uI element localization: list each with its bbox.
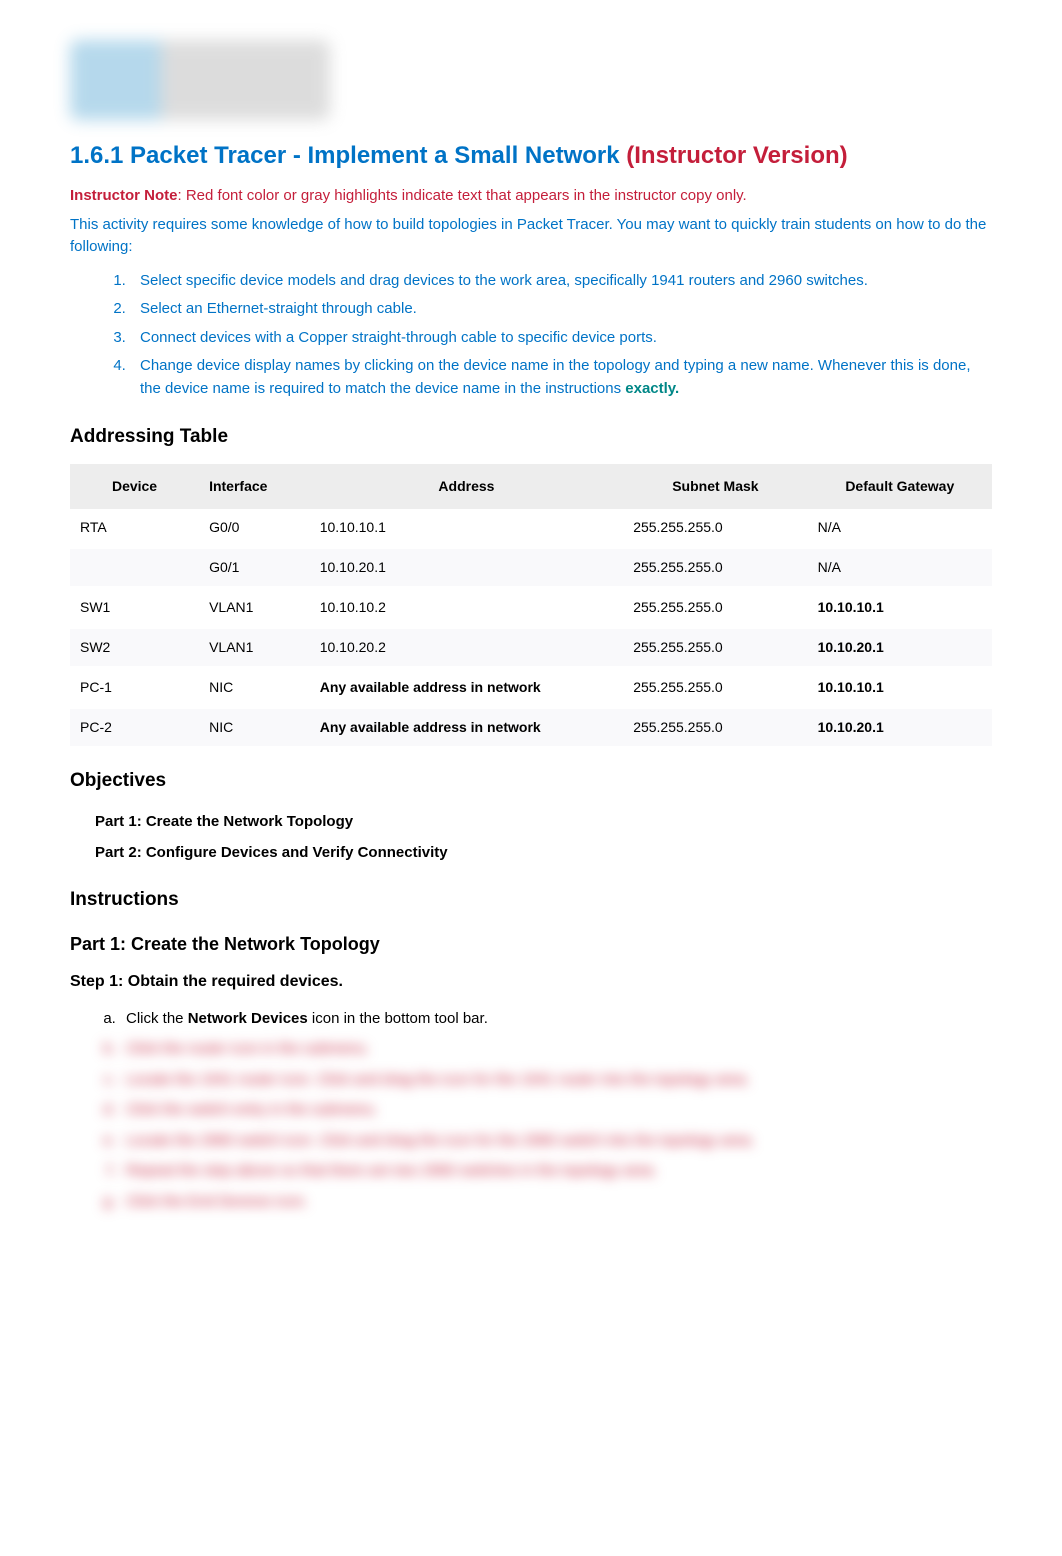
step1-blurred: Repeat the step above so that there are … [120,1156,992,1187]
step1-blurred: Click the switch entry in the submenu. [120,1095,992,1126]
instructor-note-label: Instructor Note [70,187,178,204]
title-instructor-version: (Instructor Version) [626,142,847,169]
th-address: Address [310,464,623,509]
step1-list: Click the Network Devices icon in the bo… [70,1004,992,1218]
intro-paragraph: This activity requires some knowledge of… [70,214,992,259]
objective-item: Part 2: Configure Devices and Verify Con… [95,838,992,869]
objectives-heading: Objectives [70,767,992,796]
objectives-list: Part 1: Create the Network Topology Part… [70,807,992,868]
step1-blurred: Click the router icon in the submenu. [120,1034,992,1065]
th-subnet: Subnet Mask [623,464,807,509]
step1-blurred: Locate the 1941 router icon. Click and d… [120,1065,992,1096]
addressing-table-heading: Addressing Table [70,423,992,452]
guide-list: Select specific device models and drag d… [70,267,992,404]
step1-blurred: Click the End Devices icon. [120,1187,992,1218]
guide-item: Change device display names by clicking … [130,352,992,403]
logo-cisco-netacad [70,40,330,120]
title-link: 1.6.1 Packet Tracer - Implement a Small … [70,142,620,169]
part1-heading: Part 1: Create the Network Topology [70,931,992,958]
table-row: G0/110.10.20.1255.255.255.0N/A [70,547,992,587]
guide-item: Select an Ethernet-straight through cabl… [130,295,992,324]
table-row: RTAG0/010.10.10.1255.255.255.0N/A [70,509,992,548]
step1-heading: Step 1: Obtain the required devices. [70,970,992,994]
th-gateway: Default Gateway [808,464,992,509]
addressing-table: Device Interface Address Subnet Mask Def… [70,464,992,749]
th-interface: Interface [199,464,310,509]
guide-item: Connect devices with a Copper straight-t… [130,324,992,353]
instructions-heading: Instructions [70,886,992,915]
instructor-note-text: : Red font color or gray highlights indi… [178,187,747,204]
table-header-row: Device Interface Address Subnet Mask Def… [70,464,992,509]
th-device: Device [70,464,199,509]
guide-item: Select specific device models and drag d… [130,267,992,296]
objective-item: Part 1: Create the Network Topology [95,807,992,838]
table-row: PC-2NICAny available address in network2… [70,707,992,747]
table-row: SW2VLAN110.10.20.2255.255.255.010.10.20.… [70,627,992,667]
step1-blurred: Locate the 2960 switch icon. Click and d… [120,1126,992,1157]
table-row: PC-1NICAny available address in network2… [70,667,992,707]
page-title: 1.6.1 Packet Tracer - Implement a Small … [70,140,992,171]
step1-a: Click the Network Devices icon in the bo… [120,1004,992,1035]
table-row: SW1VLAN110.10.10.2255.255.255.010.10.10.… [70,587,992,627]
instructor-note: Instructor Note: Red font color or gray … [70,185,992,208]
exactly-emphasis: exactly. [625,380,679,397]
